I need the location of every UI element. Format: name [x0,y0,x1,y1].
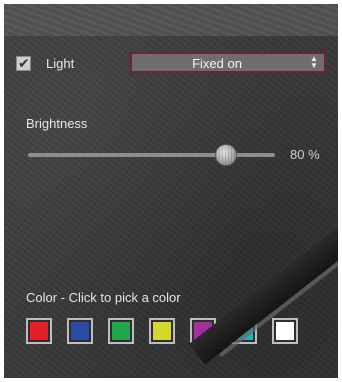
color-swatch-white[interactable] [272,318,298,344]
light-checkbox[interactable]: ✔ [16,55,31,71]
color-swatch-green[interactable] [108,318,134,344]
color-swatch-fill [153,322,171,340]
color-swatch-red[interactable] [26,318,52,344]
brightness-slider-thumb[interactable] [214,144,237,166]
light-label: Light [46,56,75,71]
up-down-arrows-icon: ▲ ▼ [310,54,318,70]
light-settings-panel: ✔ Light Fixed on ▲ ▼ Brightness 80 % Colo… [4,4,338,378]
color-swatch-yellow[interactable] [149,318,175,344]
color-swatch-fill [112,322,130,340]
light-mode-select[interactable]: Fixed on ▲ ▼ [130,52,326,73]
color-swatch-fill [276,322,294,340]
checkmark-icon: ✔ [18,55,30,71]
brightness-value: 80 % [290,147,320,162]
color-caption: Color - Click to pick a color [26,290,181,305]
light-mode-value: Fixed on [192,56,242,71]
color-swatch-blue[interactable] [67,318,93,344]
brightness-label: Brightness [26,116,88,131]
color-swatch-fill [71,322,89,340]
color-swatch-fill [30,322,48,340]
panel-header-strip [4,4,338,36]
brightness-slider[interactable] [28,144,275,166]
